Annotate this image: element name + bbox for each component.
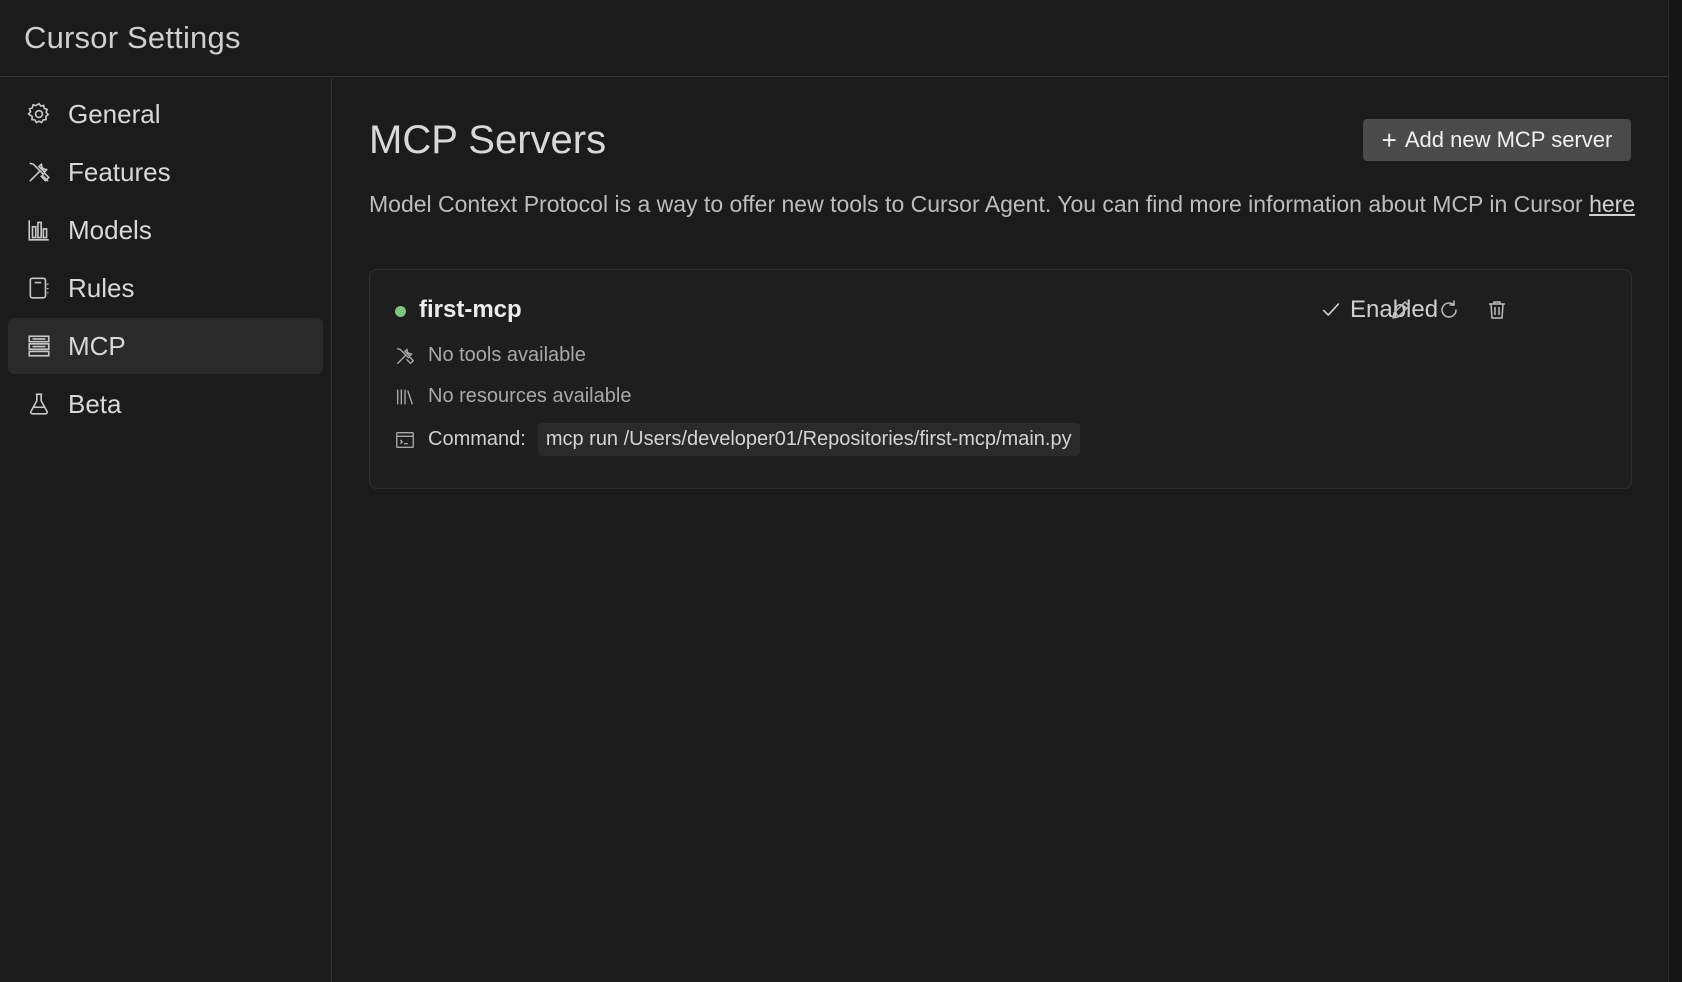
settings-window: Cursor Settings General Features Models [0, 0, 1668, 982]
more-info-link[interactable]: here [1589, 191, 1635, 217]
sidebar-item-rules[interactable]: Rules [8, 260, 323, 316]
page-title: MCP Servers [369, 118, 607, 162]
sidebar-item-features[interactable]: Features [8, 144, 323, 200]
edit-server-button[interactable] [1387, 296, 1415, 324]
description-text: Model Context Protocol is a way to offer… [369, 191, 1590, 217]
add-mcp-server-label: Add new MCP server [1404, 127, 1613, 152]
enabled-toggle[interactable]: Enabled [1320, 296, 1438, 324]
sidebar-item-mcp[interactable]: MCP [8, 318, 323, 374]
notebook-icon [26, 275, 52, 301]
trash-icon [1489, 301, 1505, 319]
sidebar-item-general[interactable]: General [8, 86, 323, 142]
tools-icon [26, 159, 52, 185]
library-icon [394, 386, 416, 408]
sidebar-item-label: General [68, 98, 161, 129]
window-edge [1668, 0, 1682, 982]
pencil-icon [1392, 301, 1410, 319]
mcp-server-card: first-mcp Enabled No tools available No … [369, 269, 1632, 489]
flask-icon [26, 391, 52, 417]
terminal-icon [394, 429, 416, 451]
resources-status: No resources available [428, 385, 632, 407]
command-row: Command: mcp run /Users/developer01/Repo… [394, 423, 1080, 456]
bar-chart-icon [26, 217, 52, 243]
sidebar-item-label: Rules [68, 272, 135, 303]
plus-icon: + [1381, 125, 1397, 155]
refresh-icon [1441, 300, 1457, 318]
sidebar: General Features Models Rules MCP Beta [0, 78, 332, 982]
sidebar-item-beta[interactable]: Beta [8, 376, 323, 432]
tools-icon [394, 345, 416, 367]
add-mcp-server-button[interactable]: + Add new MCP server [1363, 119, 1631, 161]
command-value: mcp run /Users/developer01/Repositories/… [537, 423, 1080, 456]
tools-row: No tools available [394, 344, 586, 367]
sidebar-item-label: Models [68, 214, 152, 245]
sidebar-item-models[interactable]: Models [8, 202, 323, 258]
tools-status: No tools available [428, 344, 586, 366]
gear-icon [26, 101, 52, 127]
command-label: Command: [428, 428, 526, 450]
refresh-server-button[interactable] [1435, 296, 1463, 324]
server-name: first-mcp [419, 296, 522, 323]
sidebar-item-label: Features [68, 156, 171, 187]
server-stack-icon [26, 333, 52, 359]
resources-row: No resources available [394, 385, 631, 408]
checkmark-icon [1322, 303, 1340, 316]
main-content: MCP Servers + Add new MCP server Model C… [333, 78, 1668, 982]
status-indicator [395, 306, 406, 317]
title-bar: Cursor Settings [0, 0, 1668, 77]
mcp-description: Model Context Protocol is a way to offer… [369, 186, 1639, 222]
sidebar-item-label: Beta [68, 388, 122, 419]
window-title: Cursor Settings [24, 20, 241, 55]
sidebar-item-label: MCP [68, 330, 126, 361]
delete-server-button[interactable] [1483, 296, 1511, 324]
